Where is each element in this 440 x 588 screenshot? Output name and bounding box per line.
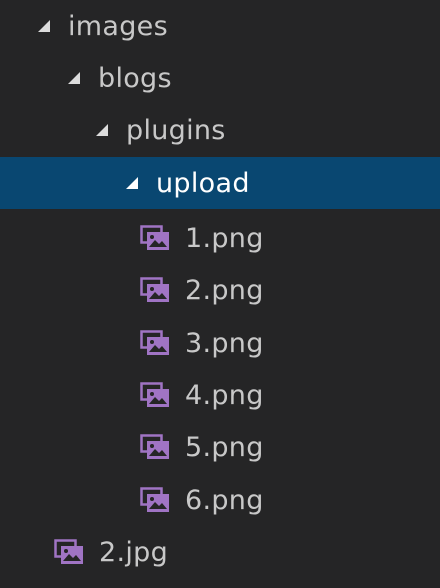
tree-item-2-jpg[interactable]: 2.jpg xyxy=(0,526,440,578)
triangle-expanded-icon[interactable] xyxy=(66,70,82,86)
tree-item-5-png[interactable]: 5.png xyxy=(0,421,440,473)
tree-item-4-png[interactable]: 4.png xyxy=(0,369,440,421)
tree-item-1-png[interactable]: 1.png xyxy=(0,212,440,264)
image-file-icon xyxy=(54,539,84,565)
tree-item-label: blogs xyxy=(98,62,172,94)
image-file-icon xyxy=(140,434,170,460)
image-file-icon xyxy=(140,277,170,303)
image-file-icon xyxy=(140,487,170,513)
image-file-icon xyxy=(140,225,170,251)
tree-item-3-png[interactable]: 3.png xyxy=(0,317,440,369)
triangle-expanded-icon[interactable] xyxy=(124,175,140,191)
file-explorer-tree: images blogs plugins upload 1.png 2.png … xyxy=(0,0,440,588)
tree-item-label: upload xyxy=(156,167,250,199)
tree-item-label: images xyxy=(68,10,168,42)
tree-item-6-png[interactable]: 6.png xyxy=(0,474,440,526)
tree-item-label: 2.jpg xyxy=(99,536,169,568)
tree-item-label: 2.png xyxy=(185,274,264,306)
image-file-icon xyxy=(140,330,170,356)
tree-item-label: 4.png xyxy=(185,379,264,411)
tree-item-label: 6.png xyxy=(185,484,264,516)
image-file-icon xyxy=(140,382,170,408)
tree-item-plugins[interactable]: plugins xyxy=(0,104,440,156)
tree-item-images[interactable]: images xyxy=(0,0,440,52)
tree-item-upload[interactable]: upload xyxy=(0,157,440,209)
tree-item-label: 3.png xyxy=(185,327,264,359)
triangle-expanded-icon[interactable] xyxy=(36,18,52,34)
triangle-expanded-icon[interactable] xyxy=(94,122,110,138)
tree-item-blogs[interactable]: blogs xyxy=(0,52,440,104)
tree-item-label: 5.png xyxy=(185,431,264,463)
tree-item-2-png[interactable]: 2.png xyxy=(0,264,440,316)
tree-item-label: plugins xyxy=(126,114,226,146)
tree-item-label: 1.png xyxy=(185,222,264,254)
